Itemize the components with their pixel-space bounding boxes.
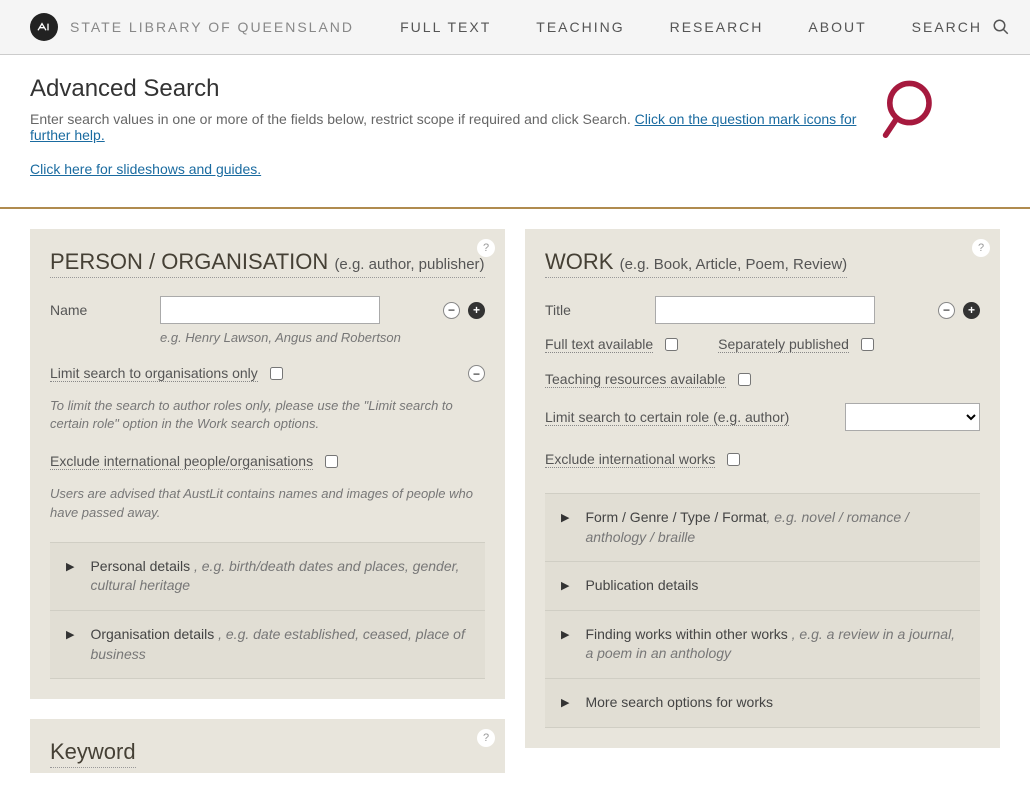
role-note: To limit the search to author roles only… xyxy=(50,397,485,433)
limit-org-checkbox[interactable] xyxy=(270,367,283,380)
more-work-options-section[interactable]: ▶ More search options for works xyxy=(545,678,980,728)
magnifier-icon xyxy=(880,75,950,148)
fulltext-label: Full text available xyxy=(545,336,653,353)
page-title: Advanced Search xyxy=(30,75,880,103)
form-genre-section[interactable]: ▶ Form / Genre / Type / Format, e.g. nov… xyxy=(545,493,980,561)
person-org-panel: ? PERSON / ORGANISATION (e.g. author, pu… xyxy=(30,229,505,699)
exclude-intl-works-checkbox[interactable] xyxy=(727,453,740,466)
name-input[interactable] xyxy=(160,296,380,324)
chevron-right-icon: ▶ xyxy=(66,628,74,641)
search-icon xyxy=(992,18,1010,36)
header: Advanced Search Enter search values in o… xyxy=(0,55,1030,209)
role-limit-label: Limit search to certain role (e.g. autho… xyxy=(545,409,789,426)
help-icon[interactable]: ? xyxy=(477,729,495,747)
panel-title-person: PERSON / ORGANISATION (e.g. author, publ… xyxy=(50,249,485,278)
panel-title-keyword: Keyword xyxy=(50,739,136,768)
slideshow-link[interactable]: Click here for slideshows and guides. xyxy=(30,161,261,177)
teaching-label: Teaching resources available xyxy=(545,371,726,388)
chevron-right-icon: ▶ xyxy=(561,579,569,592)
nav-search[interactable]: SEARCH xyxy=(912,18,1010,36)
title-label: Title xyxy=(545,302,655,318)
role-select[interactable] xyxy=(845,403,980,431)
nav-fulltext[interactable]: FULL TEXT xyxy=(400,19,491,35)
topbar: STATE LIBRARY OF QUEENSLAND FULL TEXT TE… xyxy=(0,0,1030,55)
chevron-right-icon: ▶ xyxy=(561,511,569,524)
remove-title-button[interactable]: − xyxy=(938,302,955,319)
chevron-right-icon: ▶ xyxy=(561,696,569,709)
nav-research[interactable]: RESEARCH xyxy=(670,19,764,35)
help-icon[interactable]: ? xyxy=(477,239,495,257)
title-input[interactable] xyxy=(655,296,875,324)
publication-details-section[interactable]: ▶ Publication details xyxy=(545,561,980,610)
limit-org-collapse-button[interactable]: − xyxy=(468,365,485,382)
name-hint: e.g. Henry Lawson, Angus and Robertson xyxy=(160,330,485,345)
remove-name-button[interactable]: − xyxy=(443,302,460,319)
chevron-right-icon: ▶ xyxy=(66,560,74,573)
site-logo[interactable] xyxy=(30,13,58,41)
site-name: STATE LIBRARY OF QUEENSLAND xyxy=(70,19,354,35)
name-label: Name xyxy=(50,302,160,318)
separately-checkbox[interactable] xyxy=(861,338,874,351)
panel-title-work: WORK (e.g. Book, Article, Poem, Review) xyxy=(545,249,847,278)
header-subtitle: Enter search values in one or more of th… xyxy=(30,111,635,127)
content: ? PERSON / ORGANISATION (e.g. author, pu… xyxy=(0,209,1030,793)
teaching-checkbox[interactable] xyxy=(738,373,751,386)
nested-works-section[interactable]: ▶ Finding works within other works , e.g… xyxy=(545,610,980,678)
personal-details-section[interactable]: ▶ Personal details , e.g. birth/death da… xyxy=(50,542,485,610)
nav-search-label: SEARCH xyxy=(912,19,982,35)
exclude-intl-people-checkbox[interactable] xyxy=(325,455,338,468)
nav-about[interactable]: ABOUT xyxy=(808,19,866,35)
keyword-panel: ? Keyword xyxy=(30,719,505,773)
nav-teaching[interactable]: TEACHING xyxy=(536,19,624,35)
work-panel: ? WORK (e.g. Book, Article, Poem, Review… xyxy=(525,229,1000,748)
exclude-intl-people-label: Exclude international people/organisatio… xyxy=(50,453,313,470)
limit-org-label: Limit search to organisations only xyxy=(50,365,258,382)
add-name-button[interactable]: + xyxy=(468,302,485,319)
chevron-right-icon: ▶ xyxy=(561,628,569,641)
fulltext-checkbox[interactable] xyxy=(665,338,678,351)
separately-label: Separately published xyxy=(718,336,849,353)
add-title-button[interactable]: + xyxy=(963,302,980,319)
advice-text: Users are advised that AustLit contains … xyxy=(50,485,485,521)
help-icon[interactable]: ? xyxy=(972,239,990,257)
organisation-details-section[interactable]: ▶ Organisation details , e.g. date estab… xyxy=(50,610,485,679)
exclude-intl-works-label: Exclude international works xyxy=(545,451,715,468)
